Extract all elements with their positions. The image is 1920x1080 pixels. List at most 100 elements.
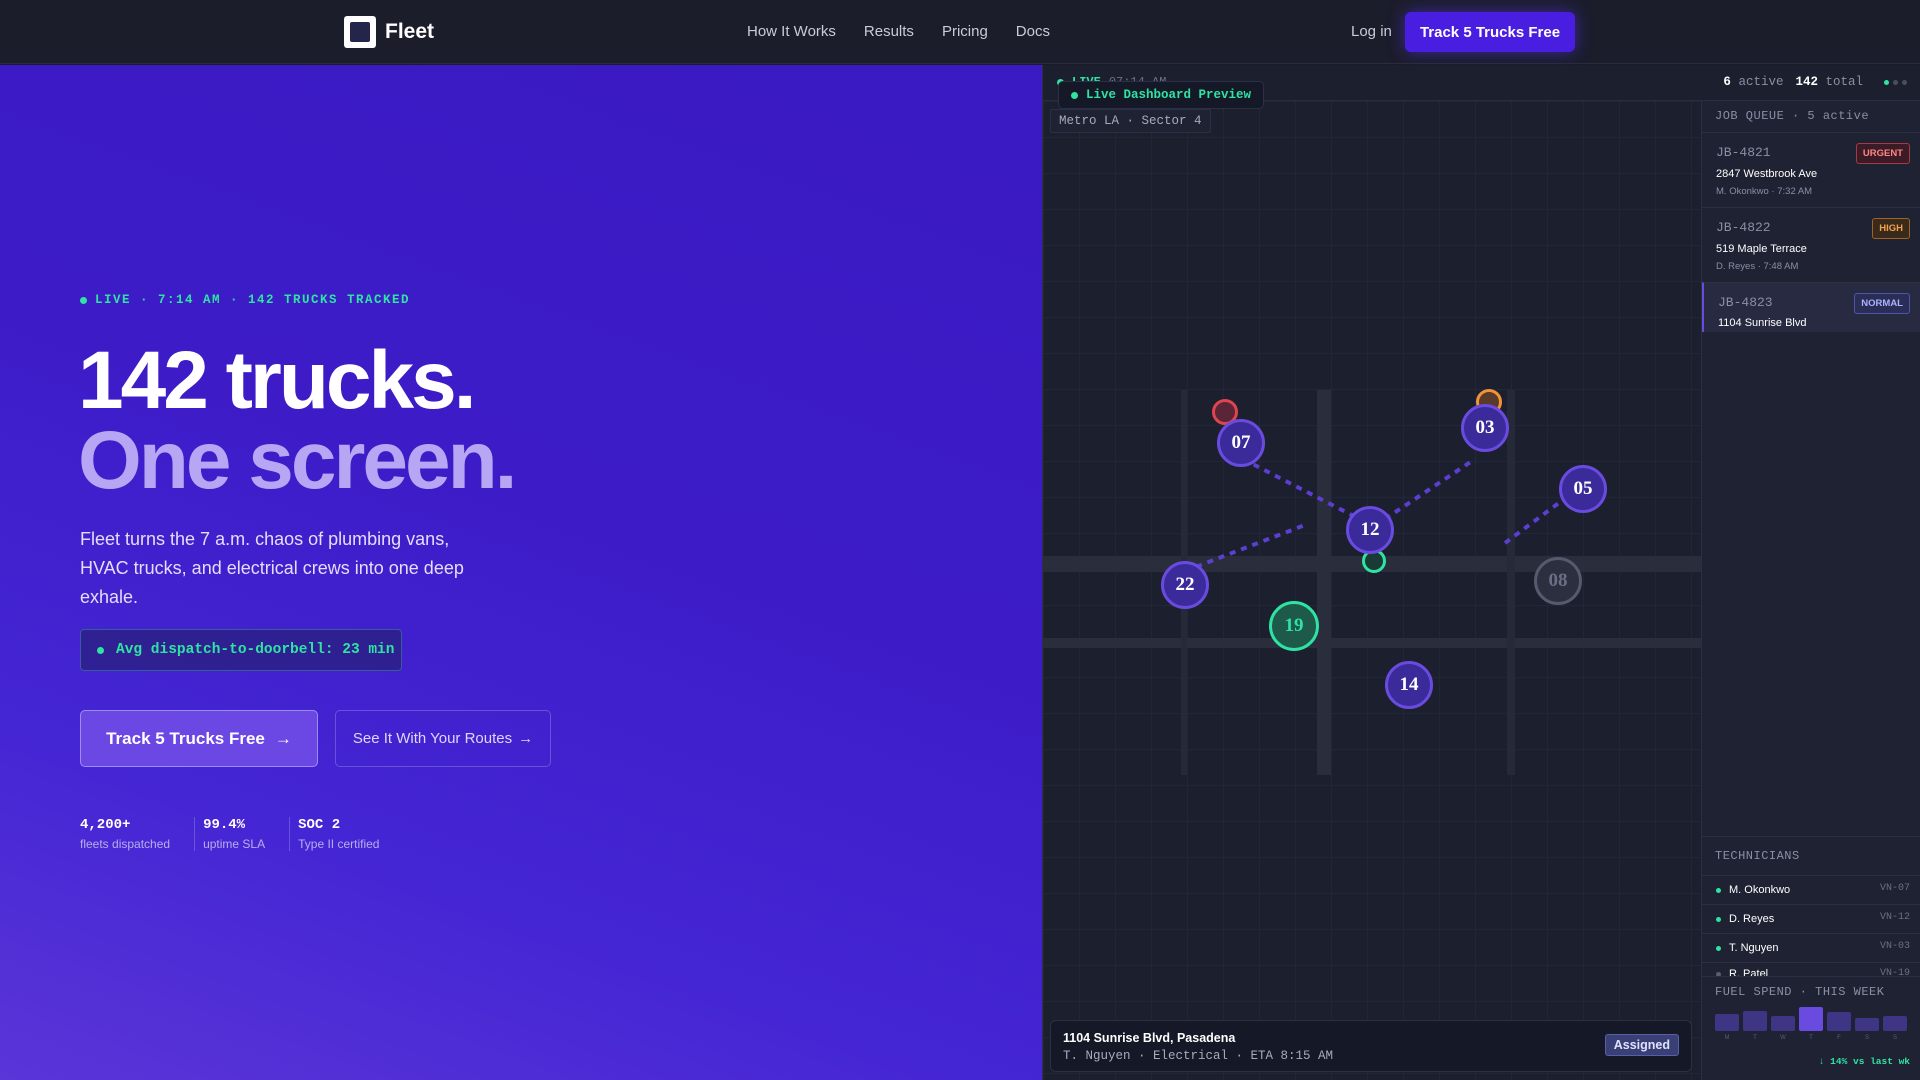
- technician-item[interactable]: M. Okonkwo VN-07: [1702, 875, 1920, 904]
- nav-links: How It Works Results Pricing Docs: [747, 23, 1050, 40]
- brand-name: Fleet: [385, 20, 435, 43]
- nav-cta-button[interactable]: Track 5 Trucks Free: [1405, 12, 1575, 52]
- stat-pill-text: Avg dispatch-to-doorbell: 23 min: [116, 642, 395, 658]
- arrow-right-icon: →: [518, 730, 534, 747]
- online-status-icon: [1716, 888, 1721, 893]
- stat-label: Type II certified: [298, 837, 380, 851]
- job-item-selected[interactable]: JB-4823 NORMAL 1104 Sunrise Blvd: [1702, 282, 1920, 332]
- technician-item[interactable]: D. Reyes VN-12: [1702, 904, 1920, 933]
- fuel-bar-label: S: [1892, 1035, 1897, 1041]
- fuel-bar-label: M: [1724, 1035, 1730, 1041]
- technician-item[interactable]: R. Patel VN-19: [1702, 962, 1920, 980]
- job-item[interactable]: JB-4821 URGENT 2847 Westbrook Ave M. Oko…: [1702, 132, 1920, 207]
- fuel-bar-label: S: [1864, 1035, 1869, 1041]
- road-horizontal: [1043, 638, 1701, 648]
- headline-line-1: 142 trucks.: [78, 335, 476, 426]
- live-dot-icon: [1071, 91, 1078, 99]
- priority-badge: NORMAL: [1854, 293, 1910, 314]
- dashboard-preview: LIVE 07:14 AM 6 active 142 total 07 03 0…: [1042, 65, 1920, 1080]
- job-queue-title: JOB QUEUE · 5 active: [1715, 109, 1870, 123]
- technician-item[interactable]: T. Nguyen VN-03: [1702, 933, 1920, 962]
- live-dot-icon: [80, 296, 87, 304]
- stat-value: SOC 2: [298, 817, 341, 833]
- technician-name: D. Reyes: [1729, 913, 1775, 925]
- fuel-bar: [1883, 1016, 1907, 1031]
- stat-soc2: SOC 2 Type II certified: [298, 817, 403, 851]
- truck-marker[interactable]: 14: [1385, 661, 1433, 709]
- arrow-right-icon: →: [274, 728, 292, 748]
- fuel-bar-label: T: [1809, 1035, 1813, 1041]
- fuel-spend-title: FUEL SPEND · THIS WEEK: [1715, 985, 1885, 999]
- fuel-spend-bars: MTWTFSS: [1715, 1003, 1911, 1041]
- online-status-icon: [1716, 946, 1721, 951]
- technician-name: M. Okonkwo: [1729, 884, 1791, 896]
- preview-badge-text: Live Dashboard Preview: [1086, 88, 1252, 102]
- nav-link-pricing[interactable]: Pricing: [942, 23, 988, 40]
- hero-section: LIVE · 7:14 AM · 142 TRUCKS TRACKED 142 …: [0, 65, 1042, 1080]
- road-vertical: [1317, 390, 1331, 775]
- truck-marker[interactable]: 12: [1346, 506, 1394, 554]
- stat-uptime: 99.4% uptime SLA: [203, 817, 291, 851]
- online-status-icon: [1716, 917, 1721, 922]
- priority-badge: HIGH: [1872, 218, 1910, 239]
- nav-link-results[interactable]: Results: [864, 23, 914, 40]
- primary-cta-label: Track 5 Trucks Free: [106, 728, 265, 748]
- technician-unit: VN-03: [1879, 941, 1910, 952]
- truck-marker[interactable]: 08: [1534, 557, 1582, 605]
- live-map[interactable]: 07 03 05 12 22 08 19 14 1104 Sunrise Blv…: [1043, 101, 1701, 1080]
- status-dots-icon: [1884, 80, 1907, 85]
- hero-subcopy: Fleet turns the 7 a.m. chaos of plumbing…: [80, 529, 464, 607]
- divider: [1702, 836, 1920, 837]
- map-roads-and-routes: [1043, 390, 1701, 775]
- technician-unit: VN-12: [1879, 912, 1910, 923]
- nav-link-docs[interactable]: Docs: [1016, 23, 1050, 40]
- fuel-bar: [1771, 1016, 1795, 1031]
- active-count: 6 active: [1723, 75, 1784, 89]
- assignment-card[interactable]: 1104 Sunrise Blvd, Pasadena T. Nguyen · …: [1050, 1020, 1692, 1072]
- total-count: 142 total: [1795, 75, 1863, 89]
- secondary-cta-label: See It With Your Routes: [352, 730, 513, 747]
- login-link[interactable]: Log in: [1351, 23, 1392, 40]
- assignment-status-badge: Assigned: [1604, 1034, 1679, 1056]
- trust-stats: 4,200+ fleets dispatched 99.4% uptime SL…: [80, 817, 411, 851]
- truck-marker[interactable]: 07: [1217, 419, 1265, 467]
- truck-marker[interactable]: 03: [1461, 404, 1509, 452]
- job-item[interactable]: JB-4822 HIGH 519 Maple Terrace D. Reyes …: [1702, 207, 1920, 282]
- technician-unit: VN-07: [1879, 883, 1910, 894]
- road-vertical: [1507, 390, 1515, 775]
- secondary-cta-button[interactable]: See It With Your Routes →: [335, 710, 551, 767]
- stat-label: uptime SLA: [203, 837, 266, 851]
- truck-marker[interactable]: 22: [1161, 561, 1209, 609]
- fuel-bar: [1743, 1011, 1767, 1031]
- fuel-spend-delta: ↓ 14% vs last wk: [1818, 1056, 1910, 1067]
- live-tag-text: LIVE · 7:14 AM · 142 TRUCKS TRACKED: [95, 293, 411, 307]
- fuel-bar: [1799, 1007, 1823, 1031]
- live-preview-badge: Live Dashboard Preview: [1058, 81, 1265, 109]
- truck-marker[interactable]: 05: [1559, 465, 1607, 513]
- route-12-03: [1383, 457, 1477, 521]
- fuel-bar: [1827, 1012, 1851, 1031]
- job-meta: M. Okonkwo · 7:32 AM: [1716, 186, 1813, 197]
- job-address: 2847 Westbrook Ave: [1716, 168, 1818, 180]
- fuel-bar: [1855, 1018, 1879, 1031]
- truck-marker[interactable]: 19: [1269, 601, 1319, 651]
- assignment-address: 1104 Sunrise Blvd, Pasadena: [1063, 1031, 1236, 1045]
- technicians-title: TECHNICIANS: [1715, 849, 1800, 863]
- job-id: JB-4821: [1716, 145, 1771, 160]
- primary-cta-button[interactable]: Track 5 Trucks Free →: [80, 710, 318, 767]
- job-address: 1104 Sunrise Blvd: [1718, 317, 1807, 329]
- logo-icon: [344, 16, 376, 48]
- stat-value: 4,200+: [80, 817, 131, 833]
- assignment-meta: T. Nguyen · Electrical · ETA 8:15 AM: [1063, 1049, 1334, 1063]
- topbar-counts: 6 active 142 total: [1723, 75, 1863, 89]
- stat-fleets: 4,200+ fleets dispatched: [80, 817, 196, 851]
- job-id: JB-4823: [1718, 295, 1773, 310]
- fuel-bar-label: W: [1780, 1035, 1786, 1041]
- job-address: 519 Maple Terrace: [1716, 243, 1807, 255]
- headline-line-2: One screen.: [78, 415, 517, 506]
- priority-badge: URGENT: [1855, 143, 1910, 164]
- brand-logo[interactable]: Fleet: [344, 16, 434, 48]
- nav-link-how-it-works[interactable]: How It Works: [747, 23, 836, 40]
- fuel-spend-widget: FUEL SPEND · THIS WEEK M T W T F S S ↓ 14% vs …: [1702, 976, 1920, 1080]
- live-tag: LIVE · 7:14 AM · 142 TRUCKS TRACKED: [80, 293, 410, 307]
